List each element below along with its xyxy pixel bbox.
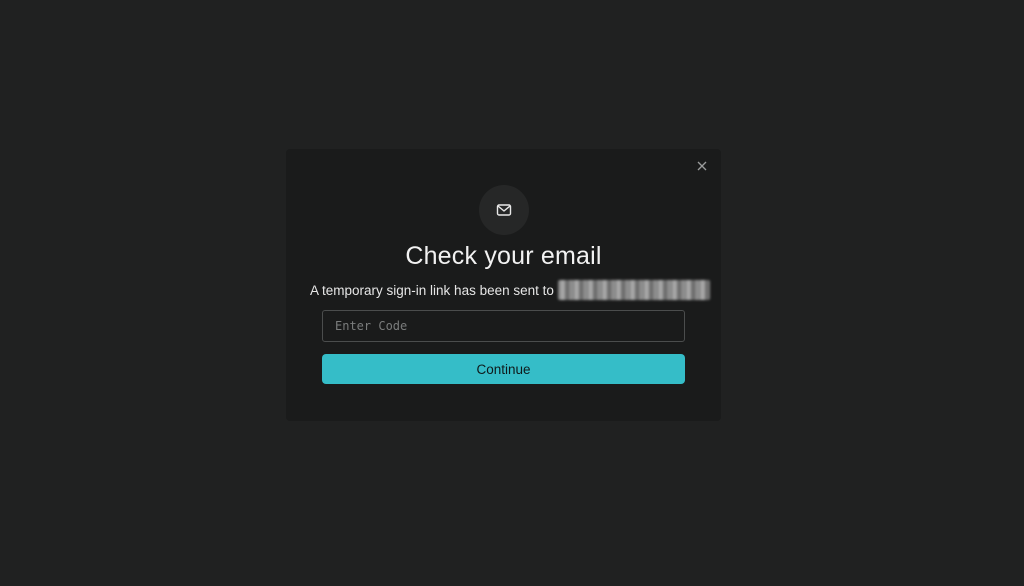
email-verification-dialog: Check your email A temporary sign-in lin… xyxy=(286,149,721,421)
mail-icon xyxy=(496,204,512,216)
close-button[interactable] xyxy=(695,159,709,173)
dialog-subtitle: A temporary sign-in link has been sent t… xyxy=(310,280,710,300)
redacted-email-address xyxy=(557,280,710,300)
subtitle-text: A temporary sign-in link has been sent t… xyxy=(310,282,554,298)
mail-icon-badge xyxy=(479,185,529,235)
verification-code-input[interactable] xyxy=(322,310,685,342)
dialog-title: Check your email xyxy=(405,242,602,270)
continue-button[interactable]: Continue xyxy=(322,354,685,384)
close-icon xyxy=(697,161,707,171)
